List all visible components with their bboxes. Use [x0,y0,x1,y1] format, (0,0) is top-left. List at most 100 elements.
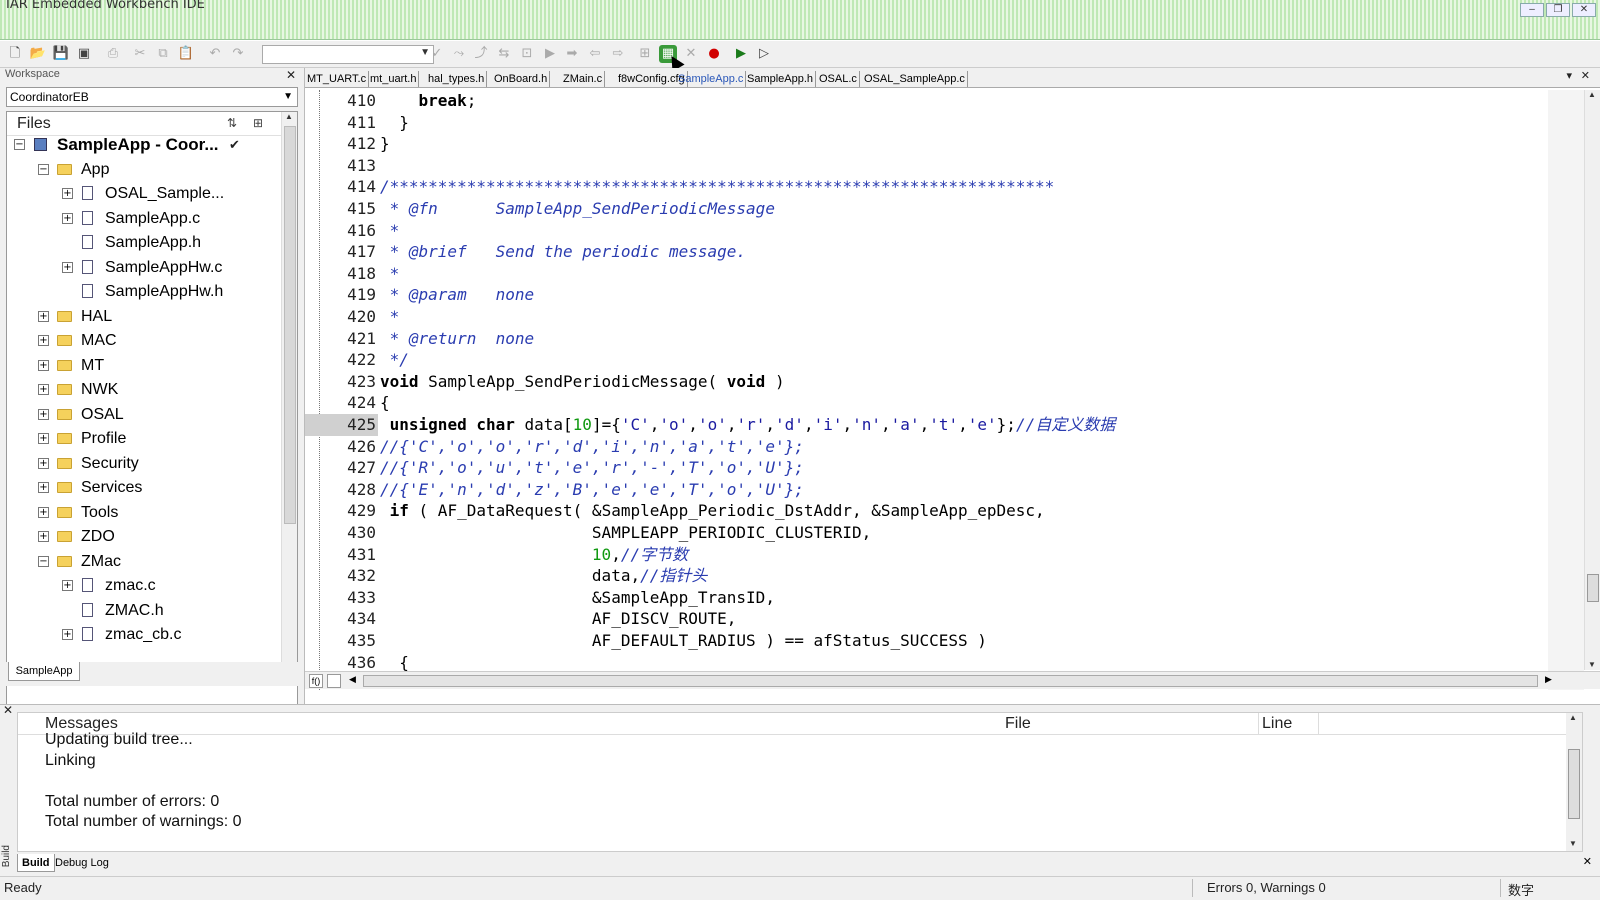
message-line[interactable]: Total number of errors: 0 [45,793,219,811]
new-file-icon[interactable]: 🗋 [6,45,24,63]
breakpoint-icon[interactable]: ● [705,45,723,63]
back-icon[interactable]: ⇦ [586,45,604,63]
code-line[interactable]: 434 AF_DISCV_ROUTE, [305,608,1545,630]
tree-folder[interactable]: + Security [7,452,277,476]
save-all-icon[interactable]: ▣ [75,45,93,63]
tab-zmain-c[interactable]: ZMain.c [561,71,606,87]
expand-icon[interactable]: + [38,335,49,346]
tree-file[interactable]: SampleApp.h [7,231,277,255]
tree-folder[interactable]: + ZDO [7,525,277,549]
code-line[interactable]: 435 AF_DEFAULT_RADIUS ) == afStatus_SUCC… [305,630,1545,652]
minimize-button[interactable]: – [1520,3,1544,17]
tree-file[interactable]: ZMAC.h [7,599,277,623]
collapse-icon[interactable]: − [14,139,25,150]
find-prev-icon[interactable]: ⤴ [472,45,490,63]
tree-file[interactable]: + zmac.c [7,574,277,598]
download-debug-icon[interactable]: ▶ [732,45,750,63]
scroll-thumb[interactable] [363,675,1538,687]
messages-scrollbar[interactable]: ▲ ▼ [1566,713,1582,851]
scroll-thumb[interactable] [1568,749,1580,819]
tree-folder[interactable]: + Tools [7,501,277,525]
code-line[interactable]: 426//{'C','o','o','r','d','i','n','a','t… [305,436,1545,458]
collapse-icon[interactable]: − [38,163,49,175]
tree-file[interactable]: SampleAppHw.h [7,280,277,304]
tab-osal-sampleapp-c[interactable]: OSAL_SampleApp.c [862,71,968,87]
sort-icon[interactable]: ⇅ [227,116,237,130]
code-line[interactable]: 429 if ( AF_DataRequest( &SampleApp_Peri… [305,500,1545,522]
debug-without-download-icon[interactable]: ▷ [755,45,773,63]
expand-icon[interactable]: + [62,580,73,591]
bookmark-icon[interactable]: ▶ [541,45,559,63]
configuration-select[interactable]: CoordinatorEB ▼ [6,87,298,107]
code-line[interactable]: 416 * [305,220,1545,242]
tree-folder[interactable]: + OSAL [7,403,277,427]
code-line[interactable]: 433 &SampleApp_TransID, [305,587,1545,609]
tab-build[interactable]: Build [17,854,55,872]
editor-hscrollbar[interactable]: f() ◀ ▶ [305,671,1600,689]
expand-icon[interactable]: + [62,629,73,640]
save-icon[interactable]: 💾 [52,45,70,63]
tree-project[interactable]: − SampleApp - Coor... ✔ [7,133,277,157]
function-list-button[interactable]: f() [309,674,323,688]
tab-sampleapp-h[interactable]: SampleApp.h [745,71,817,87]
code-line[interactable]: 421 * @return none [305,328,1545,350]
tab-debug-log[interactable]: Debug Log [51,854,113,872]
split-button[interactable] [327,674,341,688]
close-icon[interactable]: ✕ [286,68,296,82]
compile-icon[interactable]: ⊞ [636,45,654,63]
tab-osal-c[interactable]: OSAL.c [817,71,860,87]
tree-folder[interactable]: + Profile [7,427,277,451]
forward-icon[interactable]: ⇨ [609,45,627,63]
message-line[interactable]: Total number of warnings: 0 [45,813,242,831]
message-line[interactable]: Updating build tree... [45,731,193,749]
expand-icon[interactable]: + [38,457,49,469]
code-line[interactable]: 423 void SampleApp_SendPeriodicMessage( v… [305,371,1545,393]
expand-icon[interactable]: + [38,310,49,322]
code-line[interactable]: 412} [305,133,1545,155]
code-line[interactable]: 410 break; [305,90,1545,112]
replace-icon[interactable]: ⇆ [495,45,513,63]
expand-icon[interactable]: + [38,408,49,420]
tab-mt-uart-c[interactable]: MT_UART.c [305,71,370,87]
scroll-up-icon[interactable]: ▲ [285,112,293,121]
workspace-tab[interactable]: SampleApp [8,662,80,681]
expand-icon[interactable]: + [38,384,49,395]
code-line[interactable]: 430 SAMPLEAPP_PERIODIC_CLUSTERID, [305,522,1545,544]
open-folder-icon[interactable]: 📂 [29,45,47,63]
code-line[interactable]: 418 * [305,263,1545,285]
expand-icon[interactable]: + [38,433,49,444]
paste-icon[interactable]: 📋 [177,45,195,63]
scroll-left-icon[interactable]: ◀ [349,674,356,685]
code-area[interactable]: 410 break; 411 } 412} 413 414/**************… [305,90,1548,690]
code-line[interactable]: 431 10,//字节数 [305,544,1545,566]
undo-icon[interactable]: ↶ [206,45,224,63]
close-icon[interactable]: ✕ [1583,855,1592,868]
copy-icon[interactable]: ⧉ [154,45,172,63]
code-line[interactable]: 422 */ [305,349,1545,371]
expand-icon[interactable]: + [62,188,73,199]
close-icon[interactable]: ✕ [1581,69,1590,82]
scroll-thumb[interactable] [1587,574,1599,602]
stop-build-icon[interactable]: ✕ [682,45,700,63]
scroll-down-icon[interactable]: ▼ [1569,839,1577,848]
tab-hal-types-h[interactable]: hal_types.h [426,71,488,87]
next-bookmark-icon[interactable]: ➡ [563,45,581,63]
tree-folder[interactable]: + Services [7,476,277,500]
tree-file[interactable]: + SampleAppHw.c [7,256,277,280]
code-line[interactable]: 417 * @brief Send the periodic message. [305,241,1545,263]
collapse-icon[interactable]: − [38,555,49,567]
scroll-up-icon[interactable]: ▲ [1569,713,1577,722]
restore-button[interactable]: ❐ [1546,3,1570,17]
find-combo[interactable]: ▼ [262,45,434,64]
expand-icon[interactable]: + [38,359,49,371]
close-icon[interactable]: ✕ [3,703,13,717]
message-line[interactable]: Linking [45,752,96,770]
expand-icon[interactable]: + [38,506,49,518]
file-column[interactable]: File [1005,715,1031,733]
tree-file[interactable]: + OSAL_Sample... [7,182,277,206]
tab-mt-uart-h[interactable]: mt_uart.h [368,71,420,87]
scroll-up-icon[interactable]: ▲ [1588,90,1596,99]
tab-onboard-h[interactable]: OnBoard.h [492,71,551,87]
tree-folder[interactable]: + MT [7,354,277,378]
redo-icon[interactable]: ↷ [229,45,247,63]
